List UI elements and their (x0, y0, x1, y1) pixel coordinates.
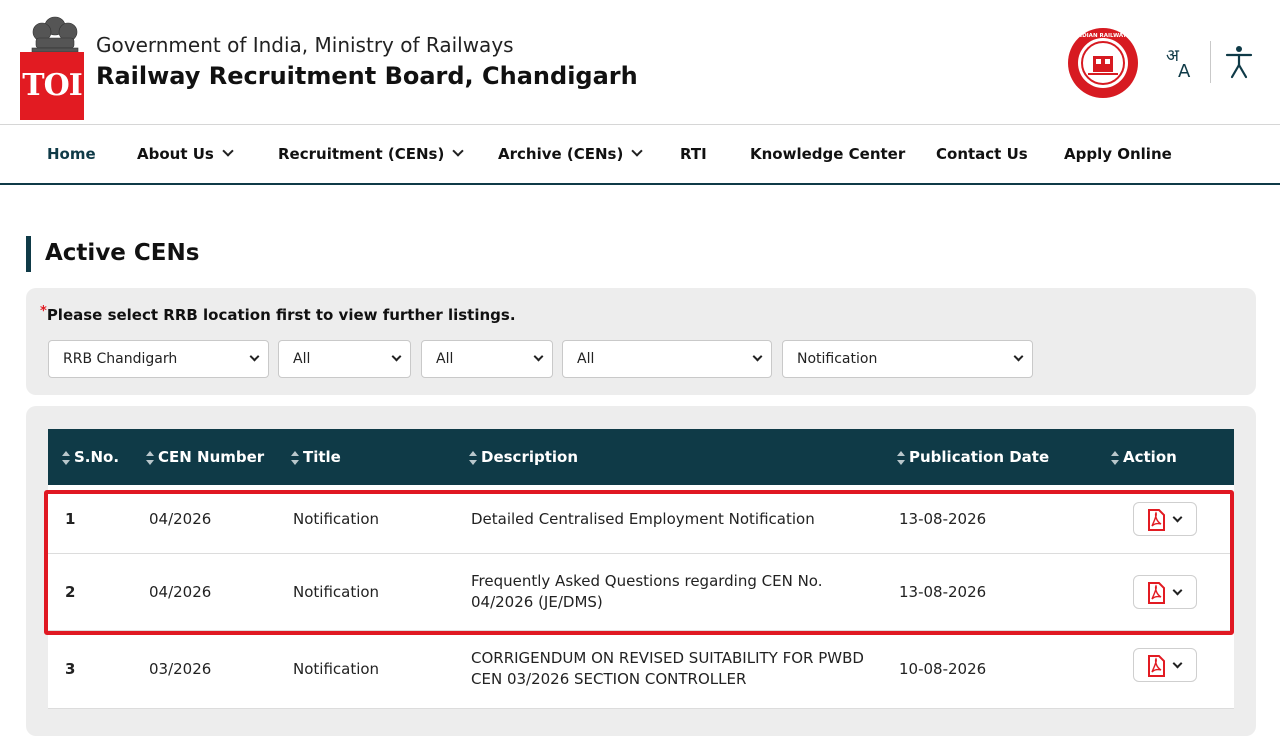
chevron-down-icon (752, 351, 763, 362)
pdf-icon (1148, 655, 1165, 677)
page-title: Active CENs (26, 236, 199, 272)
filter-select-3[interactable]: All (421, 340, 553, 378)
cell-publication-date: 13-08-2026 (899, 510, 987, 528)
nav-knowledge-center[interactable]: Knowledge Center (750, 125, 905, 183)
nav-about-us[interactable]: About Us (137, 125, 234, 183)
accessibility-icon[interactable] (1222, 44, 1256, 80)
column-header-sno[interactable]: S.No. (62, 429, 119, 485)
nav-knowledge-center-label: Knowledge Center (750, 145, 906, 163)
chevron-down-icon (249, 351, 260, 362)
toi-badge: TOI (20, 52, 84, 120)
table-header: S.No. CEN Number Title Description Publi… (48, 429, 1234, 485)
cell-sno: 1 (65, 510, 76, 528)
cell-title: Notification (293, 510, 380, 528)
column-header-action[interactable]: Action (1111, 429, 1177, 485)
site-title: Railway Recruitment Board, Chandigarh (96, 62, 638, 90)
filter-select-4-value: All (577, 351, 595, 367)
chevron-down-icon (222, 145, 234, 157)
language-glyph-latin: A (1178, 61, 1191, 80)
nav-home[interactable]: Home (47, 125, 96, 183)
filter-select-2[interactable]: All (278, 340, 411, 378)
indian-railways-logo: INDIAN RAILWAYS (1068, 28, 1138, 98)
cell-description: Detailed Centralised Employment Notifica… (471, 510, 815, 528)
column-header-title[interactable]: Title (291, 429, 341, 485)
nav-recruitment-label: Recruitment (CENs) (278, 145, 445, 163)
download-action-button[interactable] (1133, 575, 1197, 609)
filter-instruction: *Please select RRB location first to vie… (40, 304, 516, 324)
cell-cen-number: 03/2026 (149, 660, 212, 678)
language-toggle-icon[interactable]: अ A (1164, 44, 1198, 80)
cell-publication-date: 13-08-2026 (899, 583, 987, 601)
filter-select-3-value: All (436, 351, 454, 367)
rrb-location-select[interactable]: RRB Chandigarh (48, 340, 269, 378)
table-row: 2 04/2026 Notification Frequently Asked … (48, 554, 1234, 631)
sort-icon (897, 451, 906, 465)
cell-cen-number: 04/2026 (149, 583, 212, 601)
nav-archive-label: Archive (CENs) (498, 145, 624, 163)
nav-recruitment[interactable]: Recruitment (CENs) (278, 125, 464, 183)
column-header-sno-label: S.No. (74, 448, 120, 466)
chevron-down-icon (631, 145, 644, 157)
column-header-cen-number[interactable]: CEN Number (146, 429, 264, 485)
nav-archive[interactable]: Archive (CENs) (498, 125, 644, 183)
cell-sno: 3 (65, 660, 76, 678)
sort-icon (469, 451, 478, 465)
document-type-value: Notification (797, 351, 878, 367)
chevron-down-icon (452, 145, 464, 157)
cell-cen-number: 04/2026 (149, 510, 212, 528)
ministry-title: Government of India, Ministry of Railway… (96, 33, 514, 57)
cen-table: S.No. CEN Number Title Description Publi… (48, 429, 1234, 729)
rrb-location-value: RRB Chandigarh (63, 351, 178, 367)
cell-title: Notification (293, 583, 380, 601)
column-header-publication-date-label: Publication Date (909, 448, 1050, 466)
download-action-button[interactable] (1133, 648, 1197, 682)
sort-icon (291, 451, 300, 465)
download-action-button[interactable] (1133, 502, 1197, 536)
column-header-title-label: Title (303, 448, 341, 466)
chevron-down-icon (1013, 351, 1024, 362)
pdf-icon (1148, 582, 1165, 604)
header-divider (1210, 41, 1211, 83)
sort-icon (146, 451, 155, 465)
nav-rti-label: RTI (680, 145, 707, 163)
column-header-cen-number-label: CEN Number (158, 448, 265, 466)
sort-icon (1111, 451, 1120, 465)
sort-icon (62, 451, 71, 465)
column-header-description-label: Description (481, 448, 579, 466)
nav-home-label: Home (47, 145, 96, 163)
chevron-down-icon (1172, 512, 1183, 523)
cell-publication-date: 10-08-2026 (899, 660, 987, 678)
nav-rti[interactable]: RTI (680, 125, 707, 183)
nav-apply-online[interactable]: Apply Online (1064, 125, 1172, 183)
chevron-down-icon (391, 351, 402, 362)
main-navigation: Home About Us Recruitment (CENs) Archive… (0, 125, 1280, 185)
required-mark: * (40, 304, 47, 319)
document-type-select[interactable]: Notification (782, 340, 1033, 378)
filter-instruction-text: Please select RRB location first to view… (46, 306, 516, 324)
cell-title: Notification (293, 660, 380, 678)
nav-contact-us-label: Contact Us (936, 145, 1028, 163)
table-row: 3 03/2026 Notification CORRIGENDUM ON RE… (48, 631, 1234, 709)
chevron-down-icon (1172, 658, 1183, 669)
column-header-action-label: Action (1123, 448, 1177, 466)
nav-contact-us[interactable]: Contact Us (936, 125, 1028, 183)
pdf-icon (1148, 509, 1165, 531)
filter-select-2-value: All (293, 351, 311, 367)
cell-description: CORRIGENDUM ON REVISED SUITABILITY FOR P… (471, 649, 864, 688)
chevron-down-icon (533, 351, 544, 362)
nav-apply-online-label: Apply Online (1064, 145, 1172, 163)
nav-about-us-label: About Us (137, 145, 214, 163)
cell-sno: 2 (65, 583, 76, 601)
column-header-description[interactable]: Description (469, 429, 578, 485)
cell-description: Frequently Asked Questions regarding CEN… (471, 572, 823, 611)
filter-select-4[interactable]: All (562, 340, 772, 378)
table-row: 1 04/2026 Notification Detailed Centrali… (48, 485, 1234, 554)
railways-logo-text: INDIAN RAILWAYS (1075, 33, 1130, 39)
column-header-publication-date[interactable]: Publication Date (897, 429, 1049, 485)
filter-panel: *Please select RRB location first to vie… (26, 288, 1256, 395)
site-header: TOI Government of India, Ministry of Rai… (0, 0, 1280, 125)
chevron-down-icon (1172, 585, 1183, 596)
